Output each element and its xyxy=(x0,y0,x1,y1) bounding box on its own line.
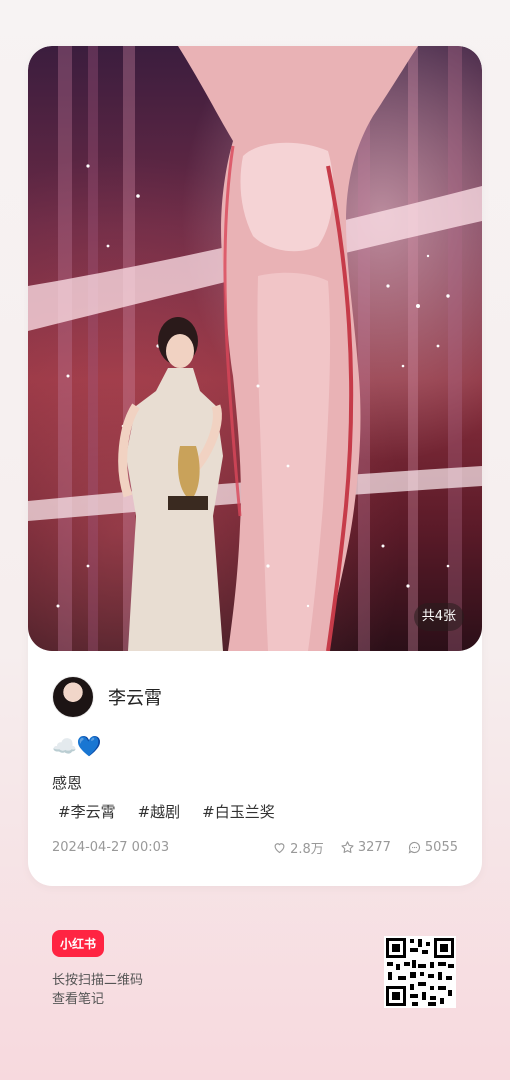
star-outline-icon xyxy=(341,841,354,853)
favorite-count: 3277 xyxy=(357,840,391,855)
author-avatar[interactable] xyxy=(52,676,94,718)
scan-hint-line1: 长按扫描二维码 xyxy=(52,973,144,988)
tag-item[interactable]: #越剧 xyxy=(138,801,181,822)
like-count: 2.8万 xyxy=(290,842,324,857)
like-stat[interactable]: 2.8万 xyxy=(272,838,324,857)
cover-photo-art xyxy=(28,46,482,651)
tag-list: #李云霄 #越剧 #白玉兰奖 xyxy=(58,801,275,822)
xiaohongshu-logo: 小红书 xyxy=(52,930,105,957)
note-meta: 2024-04-27 00:03 2.8万 3277 5055 xyxy=(52,838,458,857)
share-footer: 小红书 长按扫描二维码 查看笔记 xyxy=(52,930,143,1009)
qr-code-icon xyxy=(384,936,456,1008)
favorite-stat[interactable]: 3277 xyxy=(340,840,391,855)
comment-count: 5055 xyxy=(424,840,458,855)
note-card[interactable]: 共4张 李云霄 ☁️💙 感恩 #李云霄 #越剧 #白玉兰奖 2024-04-27… xyxy=(28,46,482,886)
stats: 2.8万 3277 5055 xyxy=(272,838,458,857)
publish-date: 2024-04-27 00:03 xyxy=(52,840,170,855)
author-row[interactable]: 李云霄 xyxy=(52,676,162,718)
tag-item[interactable]: #李云霄 xyxy=(58,801,116,822)
heart-outline-icon xyxy=(274,843,285,854)
tag-item[interactable]: #白玉兰奖 xyxy=(202,801,275,822)
cover-image[interactable]: 共4张 xyxy=(28,46,482,651)
author-name[interactable]: 李云霄 xyxy=(108,684,162,710)
scan-hint: 长按扫描二维码 查看笔记 xyxy=(52,971,143,1009)
comment-stat[interactable]: 5055 xyxy=(407,840,458,855)
comment-bubble-icon xyxy=(408,841,420,854)
emoji-line: ☁️💙 xyxy=(52,734,102,758)
qr-code[interactable] xyxy=(384,936,456,1008)
scan-hint-line2: 查看笔记 xyxy=(52,992,105,1007)
image-count-badge: 共4张 xyxy=(413,603,464,631)
emoji-text: ☁️💙 xyxy=(52,734,102,758)
note-description: 感恩 xyxy=(52,774,83,792)
